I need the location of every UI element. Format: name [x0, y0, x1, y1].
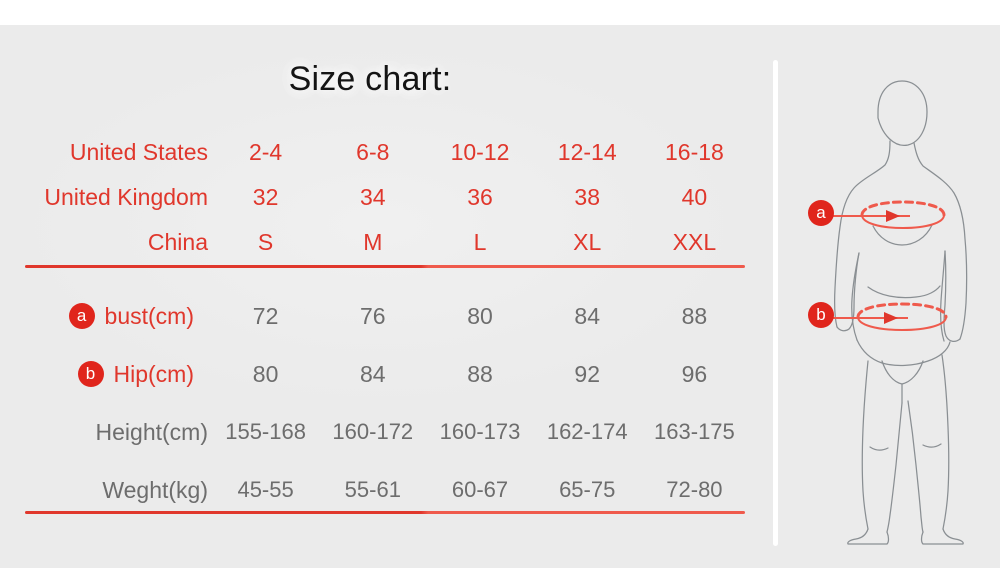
left-leg-inner [886, 402, 903, 533]
right-leg-inner [907, 400, 924, 533]
cell-cn-xxl: XXL [672, 229, 717, 255]
left-knee-hint [869, 446, 889, 451]
divider-vertical [773, 60, 778, 546]
cell-bust-l: 80 [467, 302, 493, 329]
table-row: China S M L XL XXL [0, 220, 748, 265]
cell-hip-m: 84 [360, 360, 386, 387]
cell-height-xxl: 163-175 [654, 419, 735, 444]
row-label-united-kingdom: United Kingdom [44, 184, 208, 210]
hip-measure-ring [820, 302, 948, 332]
cell-weight-l: 60-67 [451, 477, 509, 502]
left-hand [836, 252, 860, 332]
head-outline [877, 80, 928, 146]
hip-contour [856, 339, 951, 367]
table-row: a bust(cm) 72 76 80 84 88 [0, 287, 748, 345]
right-foot [920, 528, 964, 545]
cell-cn-xl: XL [573, 229, 602, 255]
row-label-hip: b Hip(cm) [0, 361, 212, 388]
cell-bust-xxl: 88 [681, 302, 708, 329]
cell-height-l: 160-173 [439, 419, 521, 444]
cell-weight-s: 45-55 [237, 477, 294, 502]
table-row: United States 2-4 6-8 10-12 12-14 16-18 [0, 130, 748, 175]
waist-line [867, 285, 941, 299]
right-leg-outer [941, 354, 950, 530]
divider-bottom-red [25, 511, 745, 514]
row-label-bust: a bust(cm) [0, 303, 212, 330]
row-label-china: China [147, 229, 208, 255]
cell-us-xxl: 16-18 [665, 139, 724, 165]
row-label-weight: Weght(kg) [102, 476, 208, 503]
left-foot [847, 528, 890, 545]
cell-us-xl: 12-14 [557, 139, 617, 165]
cell-us-s: 2-4 [248, 139, 283, 165]
body-measurement-figure [790, 55, 1000, 545]
cell-cn-l: L [473, 229, 487, 255]
cell-weight-xl: 65-75 [559, 477, 616, 502]
cell-hip-xxl: 96 [681, 360, 708, 387]
torso-left-contour [851, 252, 860, 341]
cell-weight-xxl: 72-80 [666, 477, 723, 502]
row-label-united-states: United States [69, 139, 208, 165]
figure-marker-a: a [808, 200, 834, 226]
right-knee-hint [922, 443, 942, 448]
marker-a-badge: a [68, 303, 95, 329]
left-leg-outer [861, 360, 869, 530]
table-row: b Hip(cm) 80 84 88 92 96 [0, 345, 748, 403]
cell-height-s: 155-168 [225, 419, 306, 444]
cell-hip-s: 80 [252, 360, 279, 387]
cell-uk-xl: 38 [574, 184, 600, 210]
cell-uk-m: 34 [360, 184, 386, 210]
bust-measure-ring [820, 200, 946, 230]
table-row: United Kingdom 32 34 36 38 40 [0, 175, 748, 220]
row-label-height: Height(cm) [95, 418, 208, 445]
row-label-hip-text: Hip(cm) [113, 360, 195, 387]
right-hand [943, 250, 961, 343]
cell-bust-m: 76 [360, 302, 386, 329]
cell-uk-l: 36 [467, 184, 493, 210]
cell-weight-m: 55-61 [344, 477, 401, 502]
cell-cn-s: S [257, 229, 274, 255]
page-title: Size chart: [288, 60, 452, 98]
figure-marker-b: b [808, 302, 834, 328]
cell-bust-s: 72 [252, 302, 279, 329]
table-row: Height(cm) 155-168 160-172 160-173 162-1… [0, 403, 748, 461]
size-chart-image: Size chart: United States 2-4 6-8 10-12 … [0, 0, 1000, 568]
cell-us-m: 6-8 [356, 139, 390, 165]
bust-arrow-icon [886, 210, 900, 222]
cell-height-xl: 162-174 [546, 419, 628, 444]
left-arm-outer [833, 140, 891, 328]
cell-uk-s: 32 [252, 184, 279, 210]
hip-arrow-icon [884, 312, 898, 324]
cell-height-m: 160-172 [332, 419, 414, 444]
cell-bust-xl: 84 [574, 302, 600, 329]
cell-uk-xxl: 40 [681, 184, 708, 210]
cell-cn-m: M [363, 229, 383, 255]
divider-top-red [25, 265, 745, 268]
cell-hip-l: 88 [467, 360, 493, 387]
size-table: United States 2-4 6-8 10-12 12-14 16-18 … [0, 130, 748, 519]
marker-b-badge: b [77, 361, 104, 387]
cell-hip-xl: 92 [574, 360, 600, 387]
cell-us-l: 10-12 [450, 139, 510, 165]
row-label-bust-text: bust(cm) [104, 302, 194, 329]
